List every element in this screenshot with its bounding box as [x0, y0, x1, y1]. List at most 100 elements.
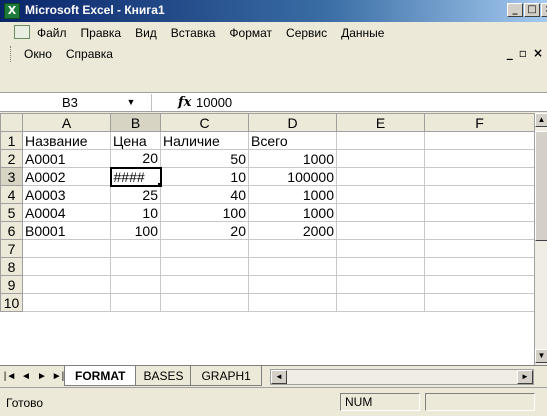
column-header[interactable]: A — [22, 113, 111, 132]
menu-row1-6[interactable]: Данные — [334, 26, 391, 40]
close-button[interactable]: × — [541, 3, 547, 17]
fx-icon[interactable]: fx — [178, 94, 191, 111]
select-all-corner[interactable] — [0, 113, 23, 132]
cell[interactable] — [248, 257, 337, 276]
cell[interactable] — [424, 149, 535, 168]
row-header[interactable]: 4 — [0, 185, 23, 204]
scroll-left-icon[interactable]: ◄ — [271, 370, 287, 384]
cell[interactable]: 100 — [110, 221, 161, 240]
cell[interactable] — [110, 239, 161, 258]
next-sheet-icon[interactable]: ► — [34, 369, 50, 385]
menu-row1-2[interactable]: Вид — [128, 26, 164, 40]
menu-row1-1[interactable]: Правка — [74, 26, 129, 40]
row-header[interactable]: 5 — [0, 203, 23, 222]
workbook-restore-icon[interactable]: ▫ — [519, 46, 527, 60]
cell[interactable] — [424, 185, 535, 204]
horizontal-scrollbar[interactable]: ◄ ► — [270, 369, 534, 385]
cell[interactable] — [424, 293, 535, 312]
cell[interactable]: A0003 — [22, 185, 111, 204]
cell[interactable] — [336, 275, 425, 294]
cell[interactable] — [22, 239, 111, 258]
excel-icon[interactable]: X — [4, 3, 20, 19]
cell[interactable]: 1000 — [248, 203, 337, 222]
cell[interactable] — [424, 203, 535, 222]
cell[interactable] — [248, 275, 337, 294]
row-header[interactable]: 8 — [0, 257, 23, 276]
cell[interactable]: Цена — [110, 131, 161, 150]
workbook-minimize-icon[interactable]: _ — [507, 46, 513, 60]
column-header[interactable]: C — [160, 113, 249, 132]
row-header[interactable]: 3 — [0, 167, 23, 186]
cell[interactable] — [160, 275, 249, 294]
cell[interactable] — [424, 275, 535, 294]
cell[interactable] — [160, 257, 249, 276]
cell[interactable]: 10 — [110, 203, 161, 222]
chevron-down-icon[interactable]: ▼ — [124, 94, 138, 111]
cell[interactable] — [336, 167, 425, 186]
cell[interactable] — [424, 131, 535, 150]
cell[interactable]: 100 — [160, 203, 249, 222]
cell[interactable]: Название — [22, 131, 111, 150]
cell[interactable]: Всего — [248, 131, 337, 150]
cell[interactable] — [336, 131, 425, 150]
cell[interactable]: 20 — [110, 149, 161, 168]
cell[interactable]: 40 — [160, 185, 249, 204]
scroll-right-icon[interactable]: ► — [517, 370, 533, 384]
prev-sheet-icon[interactable]: ◄ — [18, 369, 34, 385]
menu-row2-0[interactable]: Окно — [17, 47, 59, 61]
row-header[interactable]: 1 — [0, 131, 23, 150]
title-bar[interactable]: X Microsoft Excel - Книга1 _ □ × — [0, 0, 547, 22]
menu-row1-0[interactable]: Файл — [30, 26, 74, 40]
cell[interactable]: A0004 — [22, 203, 111, 222]
cell[interactable] — [160, 293, 249, 312]
formula-input[interactable]: 10000 — [196, 94, 232, 111]
row-header[interactable]: 10 — [0, 293, 23, 312]
cell[interactable] — [336, 239, 425, 258]
menu-row1-5[interactable]: Сервис — [279, 26, 334, 40]
cell[interactable]: 2000 — [248, 221, 337, 240]
cell[interactable] — [336, 221, 425, 240]
minimize-button[interactable]: _ — [507, 3, 523, 17]
menu-row1-3[interactable]: Вставка — [164, 26, 223, 40]
row-header[interactable]: 9 — [0, 275, 23, 294]
cell[interactable] — [110, 293, 161, 312]
cell[interactable]: 50 — [160, 149, 249, 168]
scroll-up-icon[interactable]: ▲ — [535, 113, 547, 127]
scroll-down-icon[interactable]: ▼ — [535, 349, 547, 363]
cell[interactable]: 100000 — [248, 167, 337, 186]
cell[interactable]: 1000 — [248, 149, 337, 168]
cell[interactable] — [110, 275, 161, 294]
menu-row2-1[interactable]: Справка — [59, 47, 120, 61]
vertical-scrollbar[interactable]: ▲ ▼ — [534, 113, 547, 365]
cell[interactable]: A0002 — [22, 167, 111, 186]
cell[interactable] — [22, 275, 111, 294]
cell[interactable] — [336, 149, 425, 168]
column-header[interactable]: B — [110, 113, 161, 132]
cell[interactable] — [336, 293, 425, 312]
cell[interactable] — [336, 185, 425, 204]
row-header[interactable]: 2 — [0, 149, 23, 168]
cell[interactable]: Наличие — [160, 131, 249, 150]
cell[interactable]: A0001 — [22, 149, 111, 168]
cell[interactable]: 10 — [160, 167, 249, 186]
cell[interactable] — [424, 167, 535, 186]
workbook-close-icon[interactable]: × — [533, 46, 543, 60]
column-header[interactable]: D — [248, 113, 337, 132]
column-header[interactable]: E — [336, 113, 425, 132]
cell[interactable]: 1000 — [248, 185, 337, 204]
tab-bases[interactable]: BASES — [132, 366, 195, 386]
cell[interactable] — [22, 293, 111, 312]
restore-button[interactable]: □ — [524, 3, 540, 17]
tab-format[interactable]: FORMAT — [64, 366, 137, 386]
row-header[interactable]: 7 — [0, 239, 23, 258]
cell[interactable] — [336, 257, 425, 276]
column-header[interactable]: F — [424, 113, 535, 132]
cell[interactable]: 25 — [110, 185, 161, 204]
scroll-thumb[interactable] — [535, 131, 547, 241]
cell[interactable] — [160, 239, 249, 258]
cell[interactable] — [424, 257, 535, 276]
workbook-icon[interactable] — [14, 25, 30, 39]
row-header[interactable]: 6 — [0, 221, 23, 240]
active-cell[interactable]: #### — [109, 166, 162, 187]
cell[interactable]: B0001 — [22, 221, 111, 240]
